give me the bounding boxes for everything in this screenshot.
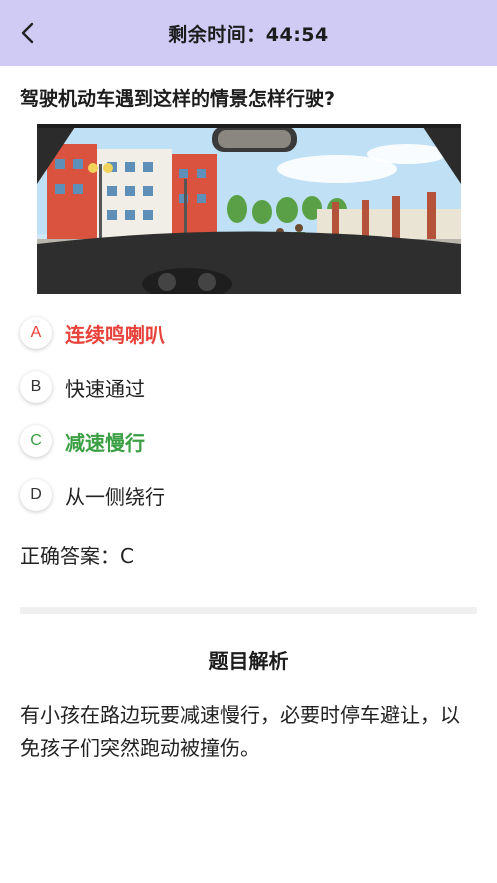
question-text: 驾驶机动车遇到这样的情景怎样行驶? <box>20 88 336 110</box>
correct-answer: 正确答案：C <box>20 544 134 568</box>
section-divider <box>20 607 477 614</box>
top-bar: 剩余时间：44:54 <box>0 0 497 66</box>
option-c[interactable]: C 减速慢行 <box>20 423 460 459</box>
option-text: 快速通过 <box>65 376 145 401</box>
question-image <box>37 124 461 294</box>
option-letter: B <box>20 371 52 403</box>
option-b[interactable]: B 快速通过 <box>20 369 460 405</box>
chevron-left-icon[interactable] <box>14 19 42 47</box>
remaining-time: 剩余时间：44:54 <box>168 23 329 46</box>
option-a[interactable]: A 连续鸣喇叭 <box>20 315 460 351</box>
option-text: 连续鸣喇叭 <box>65 322 165 347</box>
analysis-title: 题目解析 <box>208 649 289 673</box>
option-text: 从一侧绕行 <box>65 484 165 509</box>
option-letter: A <box>20 317 52 349</box>
option-text: 减速慢行 <box>65 430 145 455</box>
option-letter: C <box>20 425 52 457</box>
analysis-text: 有小孩在路边玩要减速慢行，必要时停车避让，以免孩子们突然跑动被撞伤。 <box>20 703 460 760</box>
option-d[interactable]: D 从一侧绕行 <box>20 477 460 513</box>
option-letter: D <box>20 479 52 511</box>
